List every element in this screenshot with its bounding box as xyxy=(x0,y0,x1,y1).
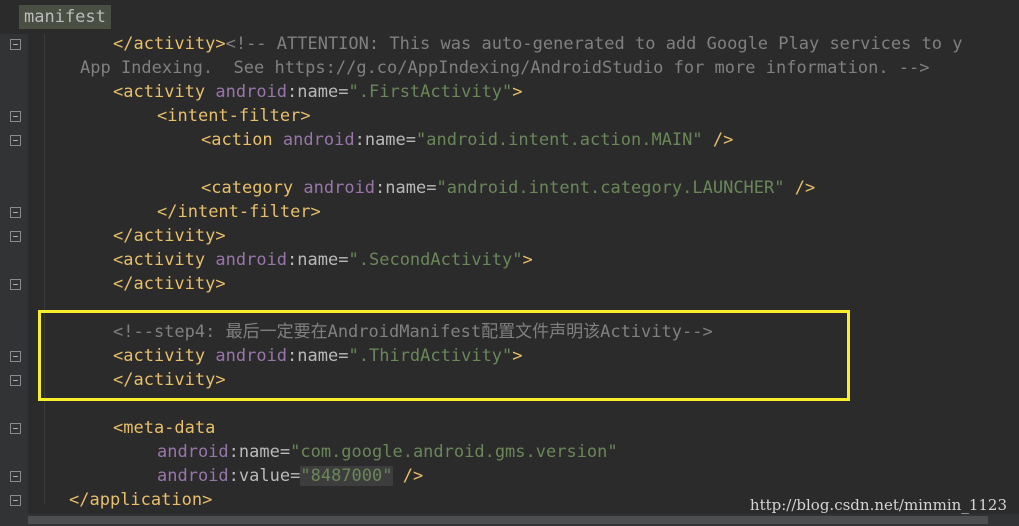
fold-marker-icon[interactable] xyxy=(10,375,21,386)
code-line: </activity> xyxy=(113,274,226,294)
code-line: </application> xyxy=(69,490,213,510)
scrollbar-thumb[interactable] xyxy=(28,516,988,524)
tag-name: category xyxy=(211,178,294,198)
code-line: <meta-data xyxy=(113,418,216,438)
tag-name: action xyxy=(211,130,273,150)
code-line: android:name="com.google.android.gms.ver… xyxy=(157,442,618,462)
code-line: App Indexing. See https://g.co/AppIndexi… xyxy=(80,56,930,80)
comment: <!-- ATTENTION: This was auto-generated … xyxy=(225,34,963,54)
namespace: android xyxy=(215,82,288,102)
breadcrumb-item-manifest[interactable]: manifest xyxy=(19,5,111,29)
code-line: </activity><!-- ATTENTION: This was auto… xyxy=(113,32,963,56)
attribute-value: 8487000 xyxy=(310,466,383,486)
highlight-box xyxy=(38,310,850,401)
code-line: </activity> xyxy=(113,226,226,246)
fold-marker-icon[interactable] xyxy=(10,279,21,290)
fold-marker-icon[interactable] xyxy=(10,423,21,434)
fold-marker-icon[interactable] xyxy=(10,471,21,482)
fold-marker-icon[interactable] xyxy=(10,39,21,50)
closing-tag: </activity> xyxy=(113,34,226,54)
fold-marker-icon[interactable] xyxy=(10,111,21,122)
horizontal-scrollbar[interactable] xyxy=(0,514,1019,526)
breadcrumb: manifest xyxy=(0,0,1019,34)
fold-marker-icon[interactable] xyxy=(10,495,21,506)
code-line: <intent-filter> xyxy=(157,106,311,126)
code-line: <activity android:name=".FirstActivity"> xyxy=(113,82,523,102)
tag-name: meta-data xyxy=(123,418,216,438)
attribute-value: android.intent.action.MAIN xyxy=(426,130,693,150)
code-line: </intent-filter> xyxy=(157,202,321,222)
fold-marker-icon[interactable] xyxy=(10,231,21,242)
fold-marker-icon[interactable] xyxy=(10,351,21,362)
comment: App Indexing. See https://g.co/AppIndexi… xyxy=(80,58,930,78)
tag-name: activity xyxy=(123,82,206,102)
editor-gutter[interactable] xyxy=(0,34,28,514)
tag-name: intent-filter xyxy=(167,106,301,126)
attribute-value: .FirstActivity xyxy=(358,82,503,102)
watermark: http://blog.csdn.net/minmin_1123 xyxy=(749,496,1007,514)
attribute-value: android.intent.category.LAUNCHER xyxy=(446,178,775,198)
fold-marker-icon[interactable] xyxy=(10,135,21,146)
attribute-value: .SecondActivity xyxy=(358,250,513,270)
attribute-value: com.google.android.gms.version xyxy=(300,442,608,462)
code-editor[interactable]: manifest </activity><!-- ATTENTION: This… xyxy=(0,0,1019,526)
code-line: <action android:name="android.intent.act… xyxy=(201,130,734,150)
code-line: <activity android:name=".SecondActivity"… xyxy=(113,250,533,270)
indent-guide xyxy=(44,34,45,504)
attribute-name: name xyxy=(297,82,339,102)
code-line: android:value="8487000" /> xyxy=(157,466,424,486)
code-line: <category android:name="android.intent.c… xyxy=(201,178,816,198)
fold-marker-icon[interactable] xyxy=(10,207,21,218)
tag-name: application xyxy=(89,490,203,510)
